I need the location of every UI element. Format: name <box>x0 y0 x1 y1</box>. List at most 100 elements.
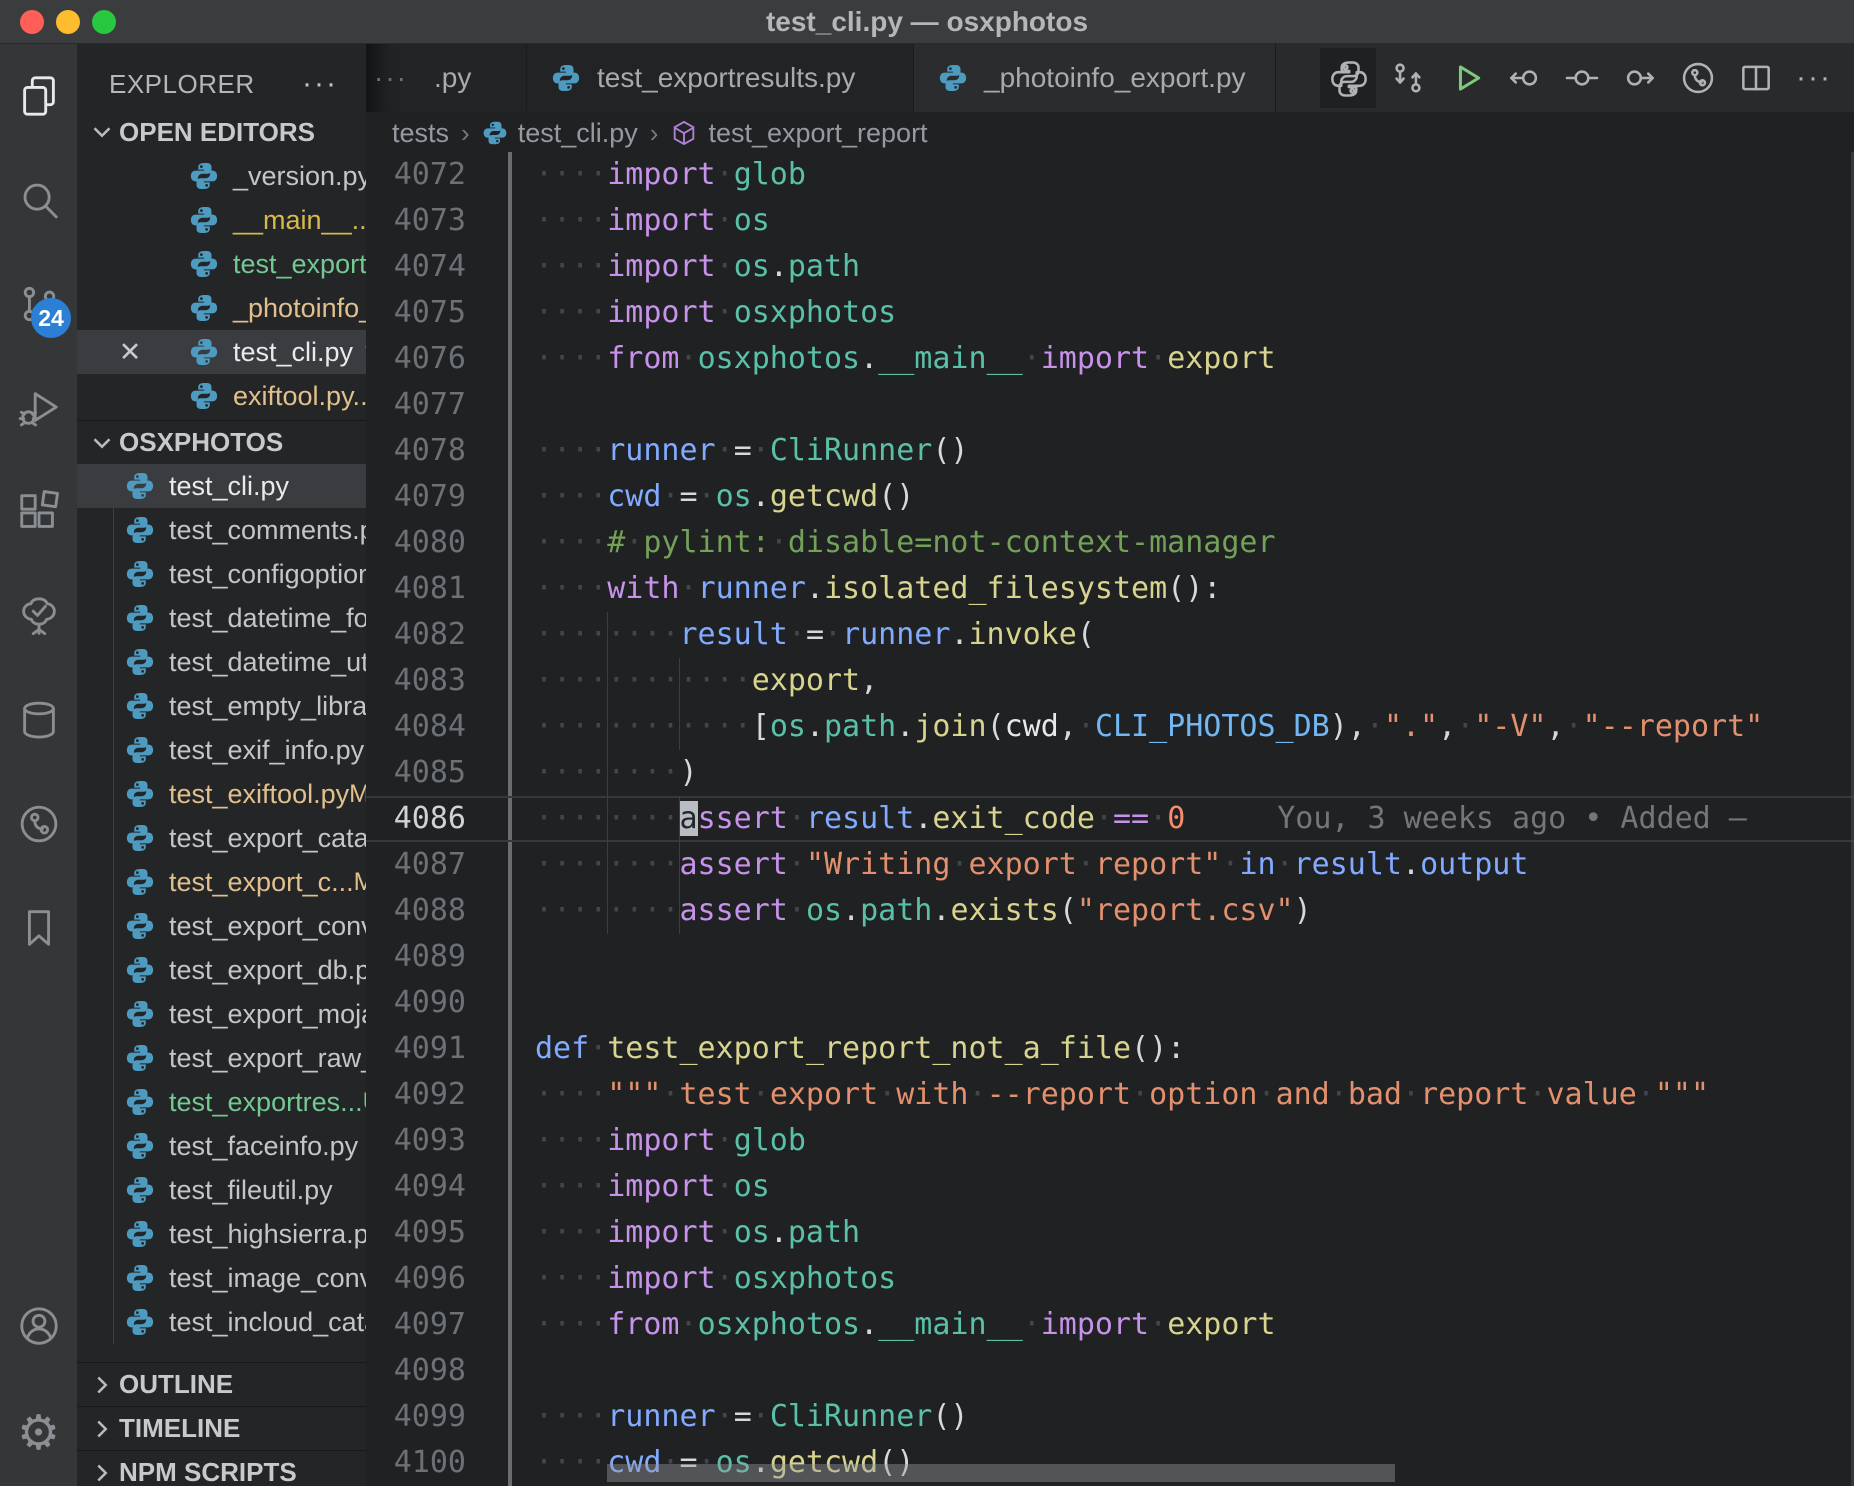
code-line[interactable]: 4087········assert·"Writing·export·repor… <box>366 842 1854 888</box>
zoom-window-button[interactable] <box>92 10 116 34</box>
more-actions-icon[interactable]: ··· <box>1788 52 1840 104</box>
breadcrumb-symbol[interactable]: test_export_report <box>670 118 927 149</box>
code-line[interactable]: 4089 <box>366 934 1854 980</box>
tree-item-test-exif-info-py[interactable]: test_exif_info.py <box>77 728 366 772</box>
split-editor-icon[interactable] <box>1730 52 1782 104</box>
code-line[interactable]: 4084············[os.path.join(cwd,·CLI_P… <box>366 704 1854 750</box>
bookmarks-icon[interactable] <box>0 876 77 980</box>
tab-test-cli-partial[interactable]: ··· .py <box>366 44 527 112</box>
code-line[interactable]: 4097····from·osxphotos.__main__·import·e… <box>366 1302 1854 1348</box>
tree-item-test-configoptions[interactable]: test_configoptions.... <box>77 552 366 596</box>
code-line[interactable]: 4099····runner·=·CliRunner() <box>366 1394 1854 1440</box>
python-file-icon <box>189 205 219 235</box>
tree-item-test-incloud-catali[interactable]: test_incloud_catali... <box>77 1300 366 1344</box>
code-line[interactable]: 4088········assert·os.path.exists("repor… <box>366 888 1854 934</box>
settings-gear-icon[interactable]: ⚙ <box>0 1382 77 1486</box>
git-graph-icon[interactable] <box>0 772 77 876</box>
test-explorer-tree-icon[interactable] <box>0 564 77 668</box>
open-editor-item[interactable]: __main__....5, M <box>77 198 366 242</box>
npm-scripts-section-header[interactable]: NPM SCRIPTS <box>77 1450 366 1486</box>
tree-item-test-export-db-py[interactable]: test_export_db.py <box>77 948 366 992</box>
code-line[interactable]: 4080····#·pylint:·disable=not-context-ma… <box>366 520 1854 566</box>
editor-actions: ··· <box>1276 44 1854 112</box>
timeline-section-header[interactable]: TIMELINE <box>77 1406 366 1450</box>
tree-item-test-export-mojave[interactable]: test_export_mojave... <box>77 992 366 1036</box>
tree-item-test-datetime-utils[interactable]: test_datetime_utils.... <box>77 640 366 684</box>
horizontal-scrollbar[interactable] <box>607 1464 1395 1482</box>
minimize-window-button[interactable] <box>56 10 80 34</box>
code-line[interactable]: 4093····import·glob <box>366 1118 1854 1164</box>
open-previous-revision-icon[interactable] <box>1498 52 1550 104</box>
code-line[interactable]: 4098 <box>366 1348 1854 1394</box>
open-editor-item[interactable]: _photoinfo_...M <box>77 286 366 330</box>
source-control-icon[interactable]: 24 <box>0 252 77 356</box>
tree-item-test-export-conver[interactable]: test_export_conver... <box>77 904 366 948</box>
account-icon[interactable] <box>0 1274 77 1378</box>
code-line[interactable]: 4082········result·=·runner.invoke( <box>366 612 1854 658</box>
tree-item-test-export-c[interactable]: test_export_c...M <box>77 860 366 904</box>
open-editor-item[interactable]: test_exportr...U <box>77 242 366 286</box>
tree-item-test-exportres[interactable]: test_exportres...U <box>77 1080 366 1124</box>
tree-item-test-fileutil-py[interactable]: test_fileutil.py <box>77 1168 366 1212</box>
code-line[interactable]: 4095····import·os.path <box>366 1210 1854 1256</box>
extensions-icon[interactable] <box>0 460 77 564</box>
tree-item-test-cli-py[interactable]: test_cli.py <box>77 464 366 508</box>
explorer-more-actions-icon[interactable]: ··· <box>302 67 338 101</box>
tab-photoinfo-export[interactable]: _photoinfo_export.py <box>914 44 1276 112</box>
close-editor-icon[interactable]: ✕ <box>113 337 147 368</box>
code-line[interactable]: 4077 <box>366 382 1854 428</box>
code-line[interactable]: 4086········assert·result.exit_code·==·0… <box>366 796 1854 842</box>
window-title: test_cli.py — osxphotos <box>766 6 1088 38</box>
explorer-icon[interactable] <box>0 44 77 148</box>
breadcrumb-file[interactable]: test_cli.py <box>482 118 638 149</box>
code-line[interactable]: 4073····import·os <box>366 198 1854 244</box>
tree-item-test-export-catalin[interactable]: test_export_catalin... <box>77 816 366 860</box>
folder-section-header[interactable]: OSXPHOTOS <box>77 420 366 464</box>
file-name: test_empty_library_... <box>169 691 366 722</box>
database-icon[interactable] <box>0 668 77 772</box>
tree-item-test-export-raw-ca[interactable]: test_export_raw_ca... <box>77 1036 366 1080</box>
tab-test-exportresults[interactable]: test_exportresults.py <box>527 44 914 112</box>
breadcrumb-tests[interactable]: tests <box>392 118 449 149</box>
code-line[interactable]: 4094····import·os <box>366 1164 1854 1210</box>
open-working-revision-icon[interactable] <box>1556 52 1608 104</box>
code-line[interactable]: 4078····runner·=·CliRunner() <box>366 428 1854 474</box>
close-window-button[interactable] <box>20 10 44 34</box>
line-number: 4086 <box>366 796 466 842</box>
open-editor-item[interactable]: ✕test_cli.pytests <box>77 330 366 374</box>
code-line[interactable]: 4079····cwd·=·os.getcwd() <box>366 474 1854 520</box>
tree-item-test-comments-py[interactable]: test_comments.py <box>77 508 366 552</box>
code-line[interactable]: 4074····import·os.path <box>366 244 1854 290</box>
code-line[interactable]: 4075····import·osxphotos <box>366 290 1854 336</box>
open-editor-item[interactable]: exiftool.py...M <box>77 374 366 418</box>
code-line[interactable]: 4091def·test_export_report_not_a_file(): <box>366 1026 1854 1072</box>
tree-item-test-empty-library[interactable]: test_empty_library_... <box>77 684 366 728</box>
tree-item-test-datetime-form[interactable]: test_datetime_form... <box>77 596 366 640</box>
code-line[interactable]: 4096····import·osxphotos <box>366 1256 1854 1302</box>
open-next-revision-icon[interactable] <box>1614 52 1666 104</box>
python-interpreter-icon[interactable] <box>1320 48 1376 108</box>
run-debug-icon[interactable] <box>0 356 77 460</box>
tree-item-test-exiftool-py[interactable]: test_exiftool.pyM <box>77 772 366 816</box>
tree-item-test-highsierra-py[interactable]: test_highsierra.py <box>77 1212 366 1256</box>
code-line[interactable]: 4083············export, <box>366 658 1854 704</box>
python-file-icon <box>125 1043 155 1073</box>
search-icon[interactable] <box>0 148 77 252</box>
line-number: 4076 <box>366 336 466 382</box>
open-changes-icon[interactable] <box>1382 52 1434 104</box>
code-line[interactable]: 4090 <box>366 980 1854 1026</box>
tree-item-test-image-convert[interactable]: test_image_convert... <box>77 1256 366 1300</box>
code-editor[interactable]: 4072····import·glob4073····import·os4074… <box>366 152 1854 1486</box>
tree-item-test-faceinfo-py[interactable]: test_faceinfo.py <box>77 1124 366 1168</box>
open-editor-item[interactable]: _version.pyosxp... <box>77 154 366 198</box>
open-editors-section-header[interactable]: OPEN EDITORS <box>77 110 366 154</box>
file-name: test_cli.py <box>233 337 353 368</box>
code-line[interactable]: 4085········) <box>366 750 1854 796</box>
gitlens-graph-icon[interactable] <box>1672 52 1724 104</box>
code-line[interactable]: 4092····"""·test·export·with·--report·op… <box>366 1072 1854 1118</box>
run-python-file-icon[interactable] <box>1440 52 1492 104</box>
code-line[interactable]: 4076····from·osxphotos.__main__·import·e… <box>366 336 1854 382</box>
code-line[interactable]: 4081····with·runner.isolated_filesystem(… <box>366 566 1854 612</box>
outline-section-header[interactable]: OUTLINE <box>77 1362 366 1406</box>
code-line[interactable]: 4072····import·glob <box>366 152 1854 198</box>
